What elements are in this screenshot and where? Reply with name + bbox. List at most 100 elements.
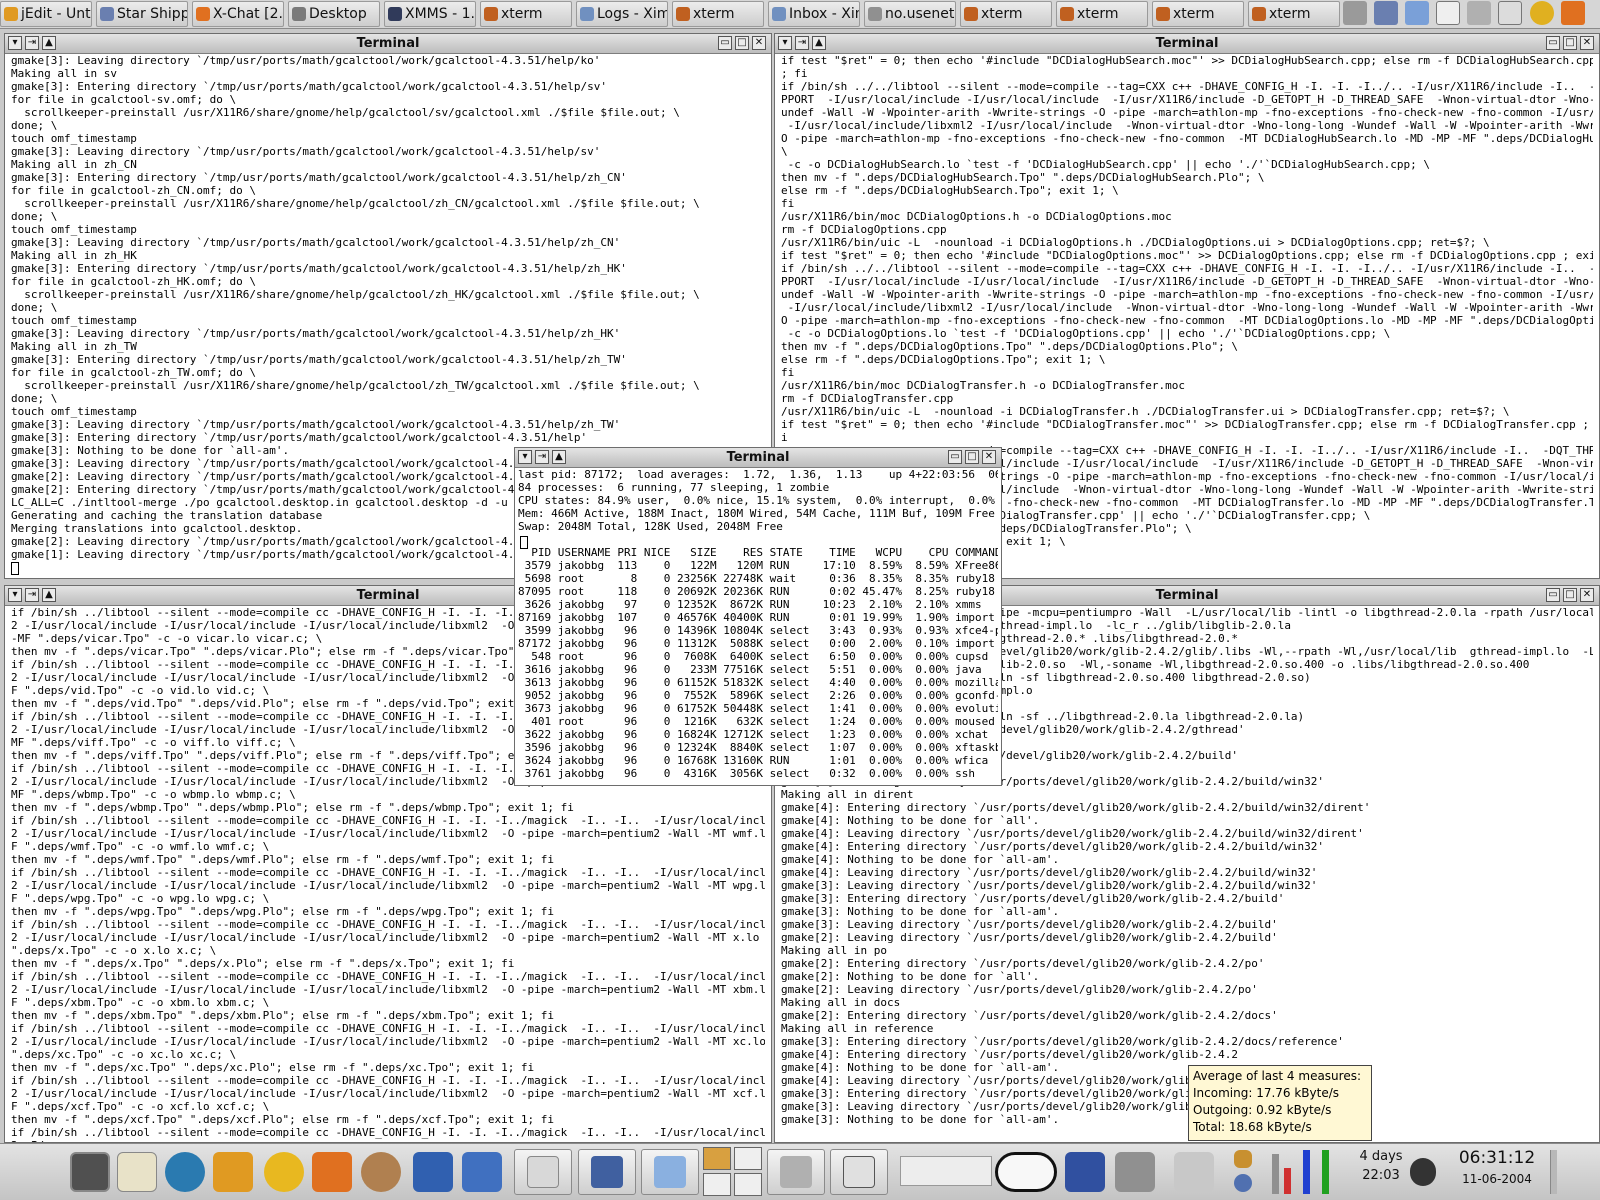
ximian-icon <box>580 7 594 21</box>
news-icon <box>868 7 882 21</box>
memory-meter-bar <box>1284 1168 1291 1194</box>
maximize-button[interactable]: □ <box>1563 36 1577 50</box>
mail-envelope-icon[interactable] <box>117 1152 157 1192</box>
window-title: Terminal <box>726 450 790 465</box>
xterm-icon <box>1156 7 1170 21</box>
task-button[interactable]: Star Shippi <box>96 1 188 27</box>
workspace-1[interactable] <box>703 1147 731 1170</box>
xmms-icon <box>388 7 402 21</box>
printer-icon <box>780 1156 812 1188</box>
xterm-icon <box>1060 7 1074 21</box>
task-button[interactable]: no.usenet.a <box>864 1 956 27</box>
jedit-icon[interactable] <box>213 1152 253 1192</box>
workspace-4[interactable] <box>734 1173 762 1196</box>
clock[interactable]: 06:31:12 11-06-2004 <box>1452 1146 1542 1188</box>
workspace-2[interactable] <box>734 1147 762 1170</box>
printer-button[interactable] <box>767 1149 825 1195</box>
task-label: no.usenet.a <box>885 6 955 22</box>
title-bar[interactable]: ▾ ⇥ ▲ Terminal ▭ □ ✕ <box>775 34 1599 54</box>
clock-icon[interactable] <box>361 1152 401 1192</box>
uptime-time: 22:03 <box>1362 1168 1400 1183</box>
task-button[interactable]: xterm <box>480 1 572 27</box>
maximize-button[interactable]: □ <box>735 36 749 50</box>
package-icon[interactable] <box>1174 1152 1214 1192</box>
jedit-tray-icon[interactable] <box>1405 1 1430 25</box>
task-label: xterm <box>501 6 543 22</box>
minimize-button[interactable]: ▭ <box>1546 36 1560 50</box>
terminal-window-top-process[interactable]: ▾ ⇥ ▲ Terminal ▭ □ ✕ last pid: 87172; lo… <box>514 447 1002 786</box>
close-button[interactable]: ✕ <box>1580 588 1594 602</box>
terminal-tray-icon[interactable] <box>1343 1 1367 25</box>
file-cabinet-icon[interactable] <box>413 1152 453 1192</box>
task-button[interactable]: XMMS - 1.1 <box>384 1 476 27</box>
matlab-button[interactable] <box>578 1149 636 1195</box>
task-label: Logs - Ximi <box>597 6 668 22</box>
window-title: Terminal <box>1155 36 1219 51</box>
task-button[interactable]: jEdit - Untit <box>0 1 92 27</box>
tools-icon[interactable] <box>1115 1152 1155 1192</box>
xchat-tray-icon[interactable] <box>1560 1 1585 25</box>
minimize-button[interactable]: ▭ <box>1546 588 1560 602</box>
task-button[interactable]: X-Chat [2.0 <box>192 1 284 27</box>
maximize-button[interactable]: □ <box>1563 588 1577 602</box>
close-button[interactable]: ✕ <box>1580 36 1594 50</box>
task-label: jEdit - Untit <box>21 6 91 22</box>
app-tray-icon[interactable] <box>1374 1 1399 25</box>
minimize-button[interactable]: ▭ <box>718 36 732 50</box>
xterm-icon <box>676 7 690 21</box>
xchat-icon[interactable] <box>312 1152 352 1192</box>
person-tray-icon[interactable] <box>1529 1 1554 25</box>
citrix-tray-icon[interactable] <box>1498 1 1523 25</box>
jedit-button[interactable] <box>641 1149 699 1195</box>
command-input[interactable] <box>900 1156 992 1186</box>
top-tray <box>1342 1 1600 27</box>
disk-tray-icon[interactable] <box>1467 1 1492 25</box>
mail-icon <box>527 1156 559 1188</box>
tooltip-total: Total: 18.68 kByte/s <box>1193 1120 1312 1134</box>
workspace-pager[interactable] <box>703 1147 763 1197</box>
network-icon[interactable] <box>1234 1174 1252 1192</box>
task-list: jEdit - Untit Star Shippi X-Chat [2.0 Deskt… <box>0 1 1340 27</box>
citrix-button[interactable] <box>830 1149 888 1195</box>
folder-icon[interactable] <box>462 1152 502 1192</box>
panel-handle[interactable] <box>1550 1150 1557 1194</box>
top-taskbar: jEdit - Untit Star Shippi X-Chat [2.0 Deskt… <box>0 0 1600 29</box>
swap-meter-bar <box>1303 1150 1310 1194</box>
mail-button[interactable] <box>514 1149 572 1195</box>
terminal-cursor <box>11 561 19 575</box>
paint-icon[interactable] <box>1065 1152 1105 1192</box>
clock-date: 11-06-2004 <box>1462 1172 1532 1186</box>
title-bar[interactable]: ▾ ⇥ ▲ Terminal ▭ □ ✕ <box>5 34 771 54</box>
close-button[interactable]: ✕ <box>982 450 996 464</box>
network-load-tooltip: Average of last 4 measures: Incoming: 17… <box>1188 1065 1372 1141</box>
title-bar[interactable]: ▾ ⇥ ▲ Terminal ▭ □ ✕ <box>515 448 1001 468</box>
xterm-icon <box>484 7 498 21</box>
task-button[interactable]: xterm <box>960 1 1052 27</box>
eyes-icon <box>995 1152 1057 1192</box>
desktop-icon <box>292 7 306 21</box>
lock-icon[interactable] <box>1234 1150 1252 1168</box>
task-button[interactable]: xterm <box>672 1 764 27</box>
minimize-button[interactable]: ▭ <box>948 450 962 464</box>
close-button[interactable]: ✕ <box>752 36 766 50</box>
mail-icon <box>772 7 786 21</box>
task-button[interactable]: xterm <box>1248 1 1340 27</box>
task-button[interactable]: Inbox - Xim <box>768 1 860 27</box>
task-button[interactable]: Desktop <box>288 1 380 27</box>
task-button[interactable]: xterm <box>1152 1 1244 27</box>
task-label: xterm <box>1077 6 1119 22</box>
terminal-icon[interactable] <box>70 1152 110 1192</box>
globe-icon[interactable] <box>165 1152 205 1192</box>
workspace-3[interactable] <box>703 1173 731 1196</box>
speaker-icon[interactable] <box>1410 1158 1436 1186</box>
task-label: xterm <box>1173 6 1215 22</box>
process-list[interactable]: last pid: 87172; load averages: 1.72, 1.… <box>518 468 998 785</box>
task-button[interactable]: xterm <box>1056 1 1148 27</box>
task-button[interactable]: Logs - Ximi <box>576 1 668 27</box>
pager-tray-icon[interactable] <box>1436 1 1461 25</box>
uptime-days: 4 days <box>1359 1149 1403 1164</box>
person-icon[interactable] <box>264 1152 304 1192</box>
maximize-button[interactable]: □ <box>965 450 979 464</box>
clock-time: 06:31:12 <box>1458 1148 1536 1168</box>
tooltip-outgoing: Outgoing: 0.92 kByte/s <box>1193 1103 1332 1117</box>
